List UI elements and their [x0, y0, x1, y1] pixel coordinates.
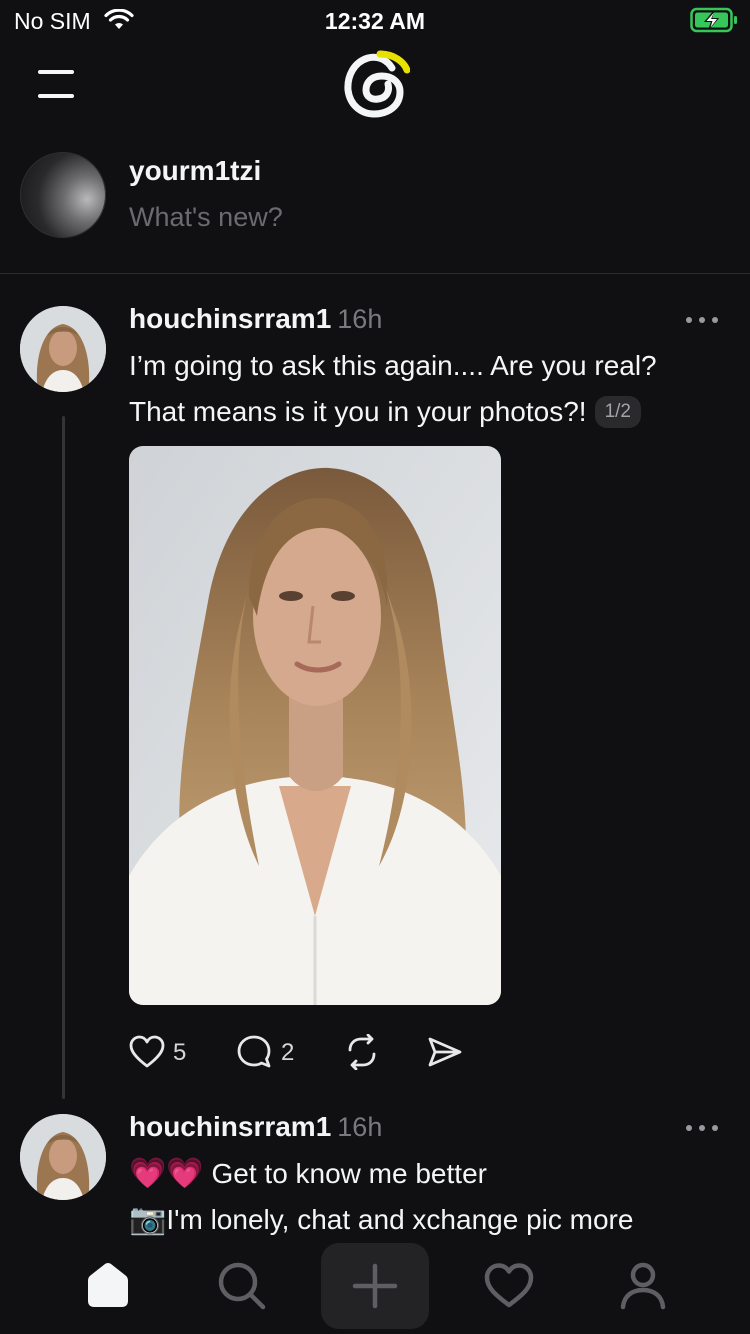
menu-icon[interactable] — [38, 70, 74, 98]
reply-bubble-icon[interactable] — [236, 1034, 272, 1070]
more-options-icon[interactable] — [684, 315, 720, 325]
post-avatar[interactable] — [20, 1114, 106, 1200]
post-text-line1: Get to know me better — [211, 1158, 487, 1189]
repost-icon[interactable] — [344, 1034, 380, 1070]
composer-username: yourm1tzi — [129, 155, 262, 186]
activity-heart-icon[interactable] — [481, 1257, 537, 1313]
portrait-photo — [129, 446, 501, 1005]
heart-emoji: 💗💗 — [129, 1157, 204, 1190]
post-text-line2: That means is it you in your photos?! — [129, 396, 587, 427]
post-body: I’m going to ask this again.... Are you … — [129, 343, 729, 435]
post-text-line: 💗💗 Get to know me better — [129, 1151, 729, 1197]
avatar-image — [20, 306, 106, 392]
profile-icon[interactable] — [615, 1257, 671, 1313]
status-time: 12:32 AM — [324, 8, 426, 34]
post-username[interactable]: houchinsrram1 — [129, 303, 331, 334]
post-text-line: 📷I'm lonely, chat and xchange pic more — [129, 1197, 729, 1243]
home-icon[interactable] — [80, 1257, 136, 1313]
post-text-line: That means is it you in your photos?! 1/2 — [129, 389, 729, 435]
post-avatar[interactable] — [20, 306, 106, 392]
composer-avatar[interactable] — [20, 152, 106, 238]
like-count: 5 — [173, 1039, 187, 1066]
post-header: houchinsrram1 16h — [129, 1111, 382, 1143]
reply-count: 2 — [281, 1039, 295, 1066]
more-options-icon[interactable] — [684, 1123, 720, 1133]
post-text-line: I’m going to ask this again.... Are you … — [129, 350, 657, 381]
like-heart-icon[interactable] — [129, 1034, 165, 1070]
composer-divider — [0, 273, 750, 274]
post-username[interactable]: houchinsrram1 — [129, 1111, 331, 1142]
avatar-image — [20, 1114, 106, 1200]
post-time: 16h — [337, 304, 383, 334]
post-text-line2: I'm lonely, chat and xchange pic more — [166, 1204, 634, 1235]
post-body: 💗💗 Get to know me better 📷I'm lonely, ch… — [129, 1151, 729, 1243]
camera-emoji: 📷 — [129, 1203, 167, 1236]
threads-logo-icon[interactable] — [342, 48, 410, 120]
plus-icon — [352, 1263, 398, 1309]
post-header: houchinsrram1 16h — [129, 303, 382, 335]
search-icon[interactable] — [213, 1257, 269, 1313]
image-pager-badge: 1/2 — [594, 396, 641, 428]
post-image[interactable] — [129, 446, 501, 1005]
composer-input[interactable]: What's new? — [129, 202, 283, 233]
post-time: 16h — [337, 1112, 383, 1142]
share-send-icon[interactable] — [427, 1034, 463, 1070]
battery-charging-icon — [690, 7, 737, 33]
thread-line — [62, 416, 65, 1099]
